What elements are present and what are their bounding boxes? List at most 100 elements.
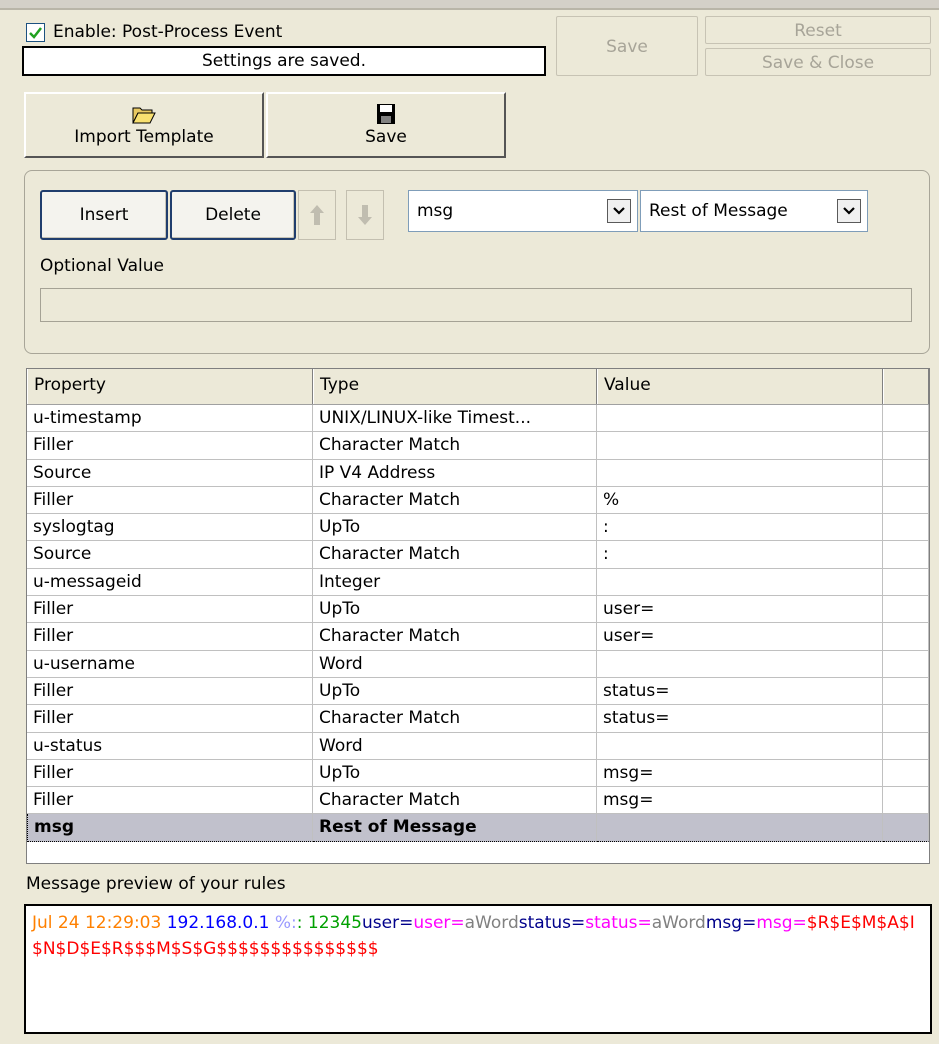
table-row[interactable]: Filler Character Match% bbox=[27, 486, 929, 515]
cell-empty bbox=[883, 814, 929, 842]
optional-value-field[interactable] bbox=[40, 288, 912, 322]
cell-property: Filler bbox=[27, 759, 313, 788]
table-row[interactable]: u-timestamp UNIX/LINUX-like Timest... bbox=[27, 405, 929, 433]
cell-value bbox=[597, 405, 883, 433]
cell-type: Character Match bbox=[313, 541, 597, 569]
cell-value: % bbox=[597, 486, 883, 515]
cell-property: Filler bbox=[27, 432, 313, 460]
cell-property: Source bbox=[27, 459, 313, 487]
cell-value: msg= bbox=[597, 759, 883, 788]
column-header-type[interactable]: Type bbox=[313, 369, 597, 404]
save-button[interactable]: Save bbox=[556, 16, 698, 76]
table-row[interactable]: u-username Word bbox=[27, 650, 929, 678]
cell-value bbox=[597, 650, 883, 678]
cell-value bbox=[597, 814, 883, 842]
cell-type: UpTo bbox=[313, 514, 597, 542]
cell-property: Filler bbox=[27, 486, 313, 515]
column-header-property[interactable]: Property bbox=[27, 369, 313, 404]
preview-segment: msg= bbox=[705, 913, 757, 933]
cell-empty bbox=[883, 705, 929, 733]
cell-property: u-status bbox=[27, 732, 313, 760]
insert-button[interactable]: Insert bbox=[40, 190, 168, 240]
table-row[interactable]: u-messageid Integer bbox=[27, 568, 929, 597]
move-up-button[interactable] bbox=[298, 190, 336, 240]
preview-segment: aWord bbox=[651, 913, 706, 933]
cell-type: IP V4 Address bbox=[313, 459, 597, 487]
cell-empty bbox=[883, 405, 929, 433]
arrow-down-icon bbox=[358, 205, 372, 225]
cell-value bbox=[597, 432, 883, 460]
status-text: Settings are saved. bbox=[22, 46, 546, 76]
chevron-down-icon[interactable] bbox=[607, 199, 631, 223]
arrow-up-icon bbox=[310, 205, 324, 225]
import-template-button[interactable]: Import Template bbox=[24, 92, 264, 158]
cell-type: Character Match bbox=[313, 432, 597, 460]
property-select-value: msg bbox=[417, 201, 454, 221]
cell-empty bbox=[883, 596, 929, 624]
property-select[interactable]: msg bbox=[408, 190, 638, 232]
cell-value: msg= bbox=[597, 787, 883, 815]
preview-segment: user= bbox=[361, 913, 414, 933]
check-icon bbox=[29, 26, 42, 39]
cell-type: Character Match bbox=[313, 623, 597, 651]
save-template-label: Save bbox=[365, 127, 407, 147]
cell-type: UpTo bbox=[313, 677, 597, 706]
cell-type: Character Match bbox=[313, 787, 597, 815]
cell-property: msg bbox=[27, 814, 313, 842]
preview-label: Message preview of your rules bbox=[26, 874, 286, 894]
preview-segment: %: bbox=[274, 913, 297, 933]
cell-property: u-messageid bbox=[27, 568, 313, 597]
save-template-button[interactable]: Save bbox=[266, 92, 506, 158]
cell-empty bbox=[883, 650, 929, 678]
table-row[interactable]: Source IP V4 Address bbox=[27, 459, 929, 487]
import-template-label: Import Template bbox=[74, 127, 214, 147]
table-row[interactable]: Filler UpTo msg= bbox=[27, 759, 929, 788]
cell-value: user= bbox=[597, 596, 883, 624]
cell-property: syslogtag bbox=[27, 514, 313, 542]
move-down-button[interactable] bbox=[346, 190, 384, 240]
cell-value: : bbox=[597, 514, 883, 542]
cell-value bbox=[597, 732, 883, 760]
type-select[interactable]: Rest of Message bbox=[640, 190, 868, 232]
save-close-button[interactable]: Save & Close bbox=[705, 48, 931, 76]
table-row[interactable]: Filler Character Match bbox=[27, 432, 929, 460]
table-row[interactable]: Filler Character Match msg= bbox=[27, 787, 929, 815]
preview-segment: status= bbox=[585, 913, 652, 933]
cell-value: : bbox=[597, 541, 883, 569]
cell-property: Filler bbox=[27, 705, 313, 733]
cell-type: Character Match bbox=[313, 486, 597, 515]
cell-empty bbox=[883, 677, 929, 706]
cell-type: UNIX/LINUX-like Timest... bbox=[313, 405, 597, 433]
cell-type: Integer bbox=[313, 568, 597, 597]
cell-empty bbox=[883, 568, 929, 597]
enable-label: Enable: Post-Process Event bbox=[53, 22, 283, 42]
window-top-border bbox=[0, 0, 939, 10]
table-row[interactable]: Filler UpTo status= bbox=[27, 677, 929, 706]
enable-checkbox[interactable] bbox=[26, 22, 45, 42]
floppy-disk-icon bbox=[377, 104, 395, 124]
table-row[interactable]: syslogtag UpTo: bbox=[27, 514, 929, 542]
cell-type: Character Match bbox=[313, 705, 597, 733]
preview-segment: Jul 24 12:29:03 bbox=[32, 913, 167, 933]
table-row[interactable]: Source Character Match: bbox=[27, 541, 929, 569]
column-header-empty bbox=[883, 369, 929, 404]
enable-row[interactable]: Enable: Post-Process Event bbox=[26, 20, 282, 44]
column-header-value[interactable]: Value bbox=[597, 369, 883, 404]
reset-button[interactable]: Reset bbox=[705, 16, 931, 44]
cell-value: status= bbox=[597, 677, 883, 706]
table-row[interactable]: msg Rest of Message bbox=[27, 814, 929, 842]
cell-value bbox=[597, 568, 883, 597]
table-row[interactable]: Filler Character Match user= bbox=[27, 623, 929, 651]
table-row[interactable]: u-status Word bbox=[27, 732, 929, 760]
table-row[interactable]: Filler Character Match status= bbox=[27, 705, 929, 733]
cell-empty bbox=[883, 432, 929, 460]
delete-button[interactable]: Delete bbox=[170, 190, 296, 240]
cell-property: Filler bbox=[27, 596, 313, 624]
cell-empty bbox=[883, 759, 929, 788]
cell-empty bbox=[883, 459, 929, 487]
optional-value-label: Optional Value bbox=[40, 256, 164, 276]
table-row[interactable]: Filler UpTo user= bbox=[27, 596, 929, 624]
cell-empty bbox=[883, 732, 929, 760]
rules-table: Property Type Value u-timestamp UNIX/LINU… bbox=[26, 368, 930, 864]
chevron-down-icon[interactable] bbox=[837, 199, 861, 223]
